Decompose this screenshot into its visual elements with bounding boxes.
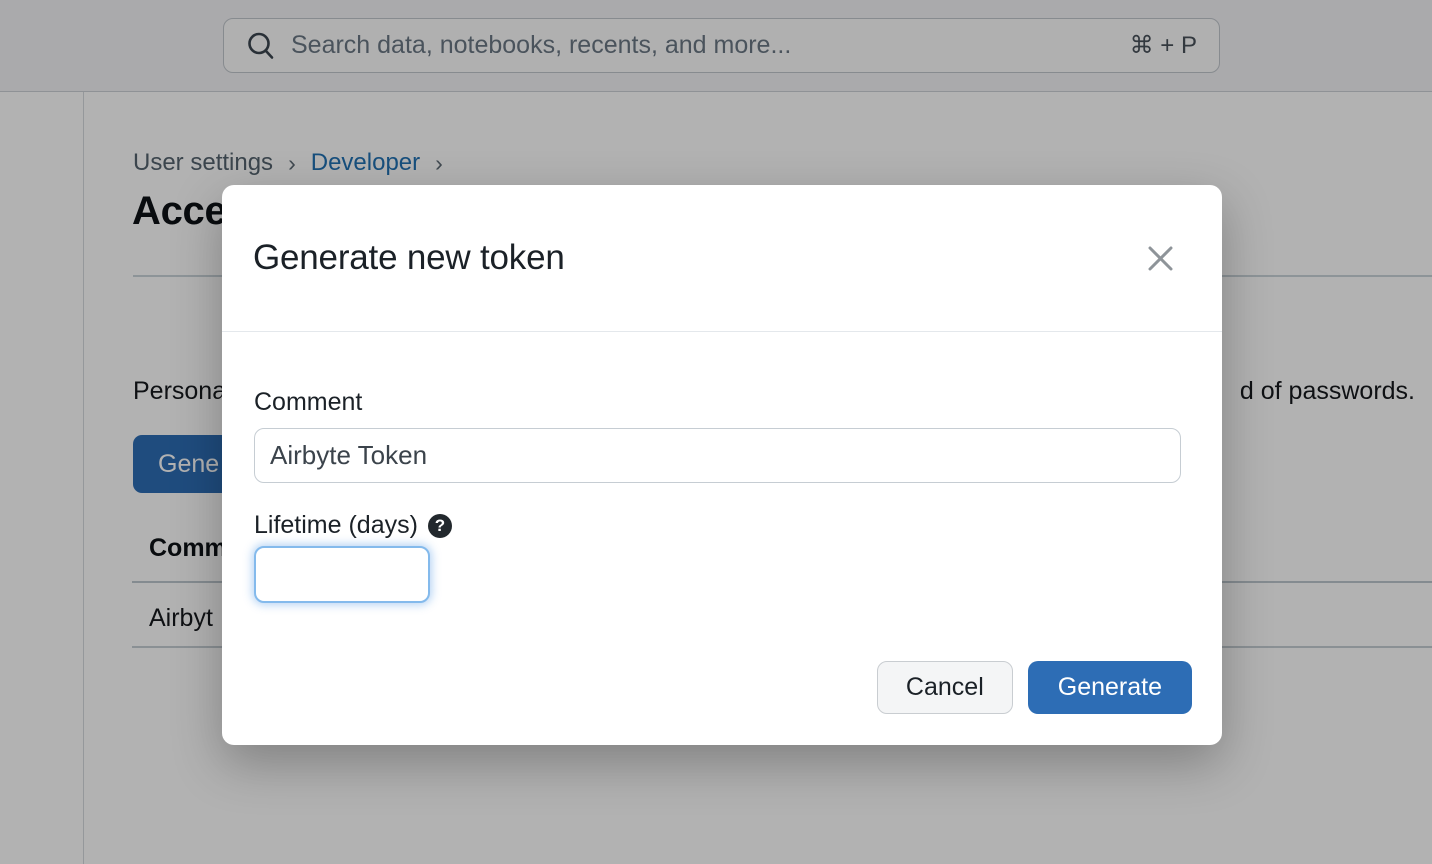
generate-token-modal: Generate new token Comment Lifetime (day… <box>222 185 1222 745</box>
comment-input[interactable] <box>254 428 1181 483</box>
generate-button[interactable]: Generate <box>1028 661 1192 714</box>
close-icon <box>1146 244 1175 273</box>
lifetime-input[interactable] <box>254 546 430 603</box>
comment-label: Comment <box>254 388 1181 417</box>
modal-footer: Cancel Generate <box>877 661 1192 714</box>
cancel-button[interactable]: Cancel <box>877 661 1013 714</box>
lifetime-label-row: Lifetime (days) ? <box>254 511 1181 540</box>
modal-title: Generate new token <box>253 238 565 278</box>
modal-header: Generate new token <box>222 185 1222 332</box>
close-button[interactable] <box>1138 236 1182 280</box>
modal-body: Comment Lifetime (days) ? <box>222 332 1222 603</box>
app-screen: ⌘ + P User settings › Developer › Acce P… <box>0 0 1432 864</box>
lifetime-label: Lifetime (days) <box>254 511 418 540</box>
help-icon[interactable]: ? <box>428 514 452 538</box>
